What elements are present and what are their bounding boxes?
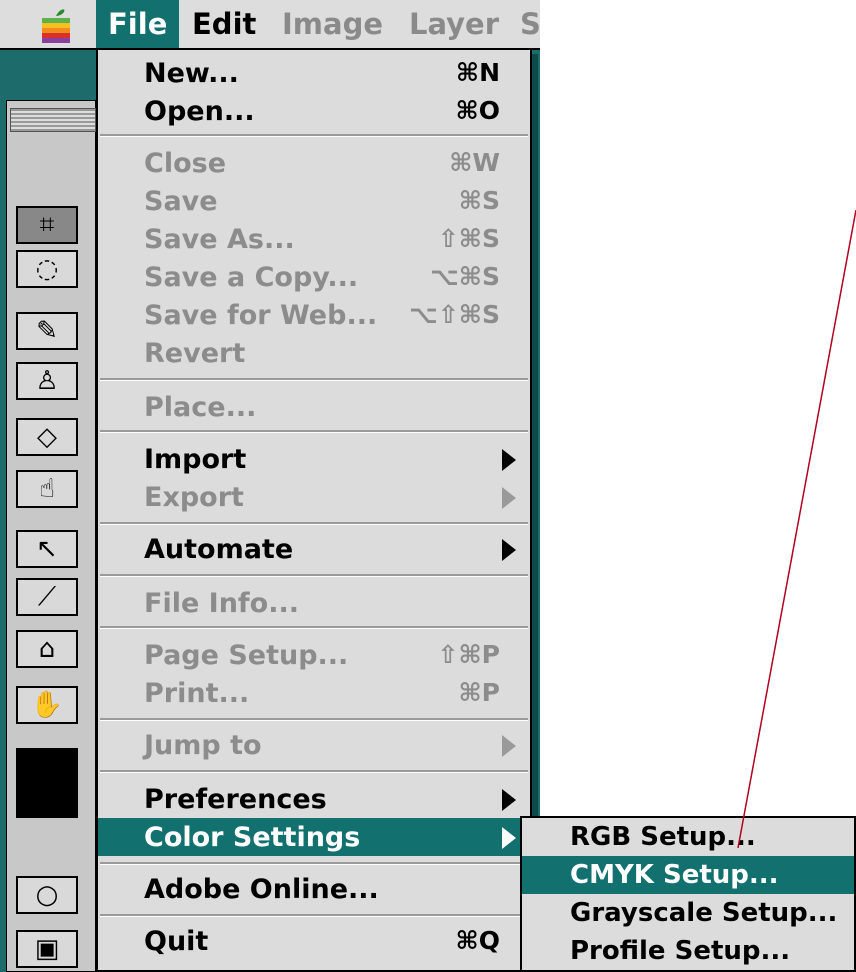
menu-item-label: Export bbox=[144, 482, 244, 513]
menu-item-page-setup: Page Setup... ⇧⌘P bbox=[98, 636, 530, 674]
menu-bar: File Edit Image Layer S bbox=[0, 0, 541, 50]
menu-separator bbox=[100, 574, 528, 577]
submenu-arrow-icon bbox=[502, 539, 516, 561]
menu-item-new[interactable]: New... ⌘N bbox=[98, 54, 530, 92]
submenu-item-grayscale-setup[interactable]: Grayscale Setup... bbox=[522, 894, 854, 932]
menu-separator bbox=[100, 626, 528, 629]
menu-item-open[interactable]: Open... ⌘O bbox=[98, 92, 530, 130]
menu-item-save-a-copy: Save a Copy... ⌥⌘S bbox=[98, 258, 530, 296]
menu-item-save-as: Save As... ⇧⌘S bbox=[98, 220, 530, 258]
submenu-arrow-icon bbox=[502, 789, 516, 811]
measure-tool-icon[interactable]: ⟋ bbox=[16, 578, 78, 616]
menu-separator bbox=[100, 862, 528, 865]
standard-mode-icon[interactable]: ○ bbox=[16, 876, 78, 914]
menu-item-shortcut: ⌘Q bbox=[455, 926, 500, 955]
menu-item-save-for-web: Save for Web... ⌥⇧⌘S bbox=[98, 296, 530, 334]
menu-separator bbox=[100, 134, 528, 137]
menu-separator bbox=[100, 378, 528, 381]
submenu-item-profile-setup[interactable]: Profile Setup... bbox=[522, 932, 854, 970]
submenu-arrow-icon bbox=[502, 487, 516, 509]
menu-item-label: Save As... bbox=[144, 224, 295, 255]
smudge-tool-icon[interactable]: ☝ bbox=[16, 470, 78, 508]
menu-item-label: Adobe Online... bbox=[144, 874, 379, 905]
menu-item-import[interactable]: Import bbox=[98, 440, 530, 478]
menu-item-label: Print... bbox=[144, 678, 250, 709]
menu-select-truncated[interactable]: S bbox=[508, 0, 553, 48]
apple-menu-icon[interactable] bbox=[38, 6, 74, 44]
menu-item-label: Page Setup... bbox=[144, 640, 349, 671]
menu-item-label: Revert bbox=[144, 338, 246, 369]
menu-item-label: Save a Copy... bbox=[144, 262, 359, 293]
menu-separator bbox=[100, 522, 528, 525]
menu-item-shortcut: ⌘P bbox=[458, 678, 500, 707]
hand-tool-icon[interactable]: ✋ bbox=[16, 686, 78, 724]
menu-item-label: Save bbox=[144, 186, 218, 217]
submenu-item-cmyk-setup[interactable]: CMYK Setup... bbox=[522, 856, 854, 894]
menu-item-adobe-online[interactable]: Adobe Online... bbox=[98, 870, 530, 908]
menu-item-label: Preferences bbox=[144, 784, 327, 815]
menu-item-shortcut: ⌘O bbox=[455, 96, 500, 125]
menu-separator bbox=[100, 770, 528, 773]
menu-item-revert: Revert bbox=[98, 334, 530, 372]
menu-item-shortcut: ⌥⌘S bbox=[429, 262, 500, 291]
menu-item-color-settings[interactable]: Color Settings bbox=[98, 818, 530, 856]
menu-edit[interactable]: Edit bbox=[180, 0, 268, 48]
submenu-arrow-icon bbox=[502, 735, 516, 757]
menu-item-shortcut: ⌘S bbox=[458, 186, 500, 215]
menu-item-save: Save ⌘S bbox=[98, 182, 530, 220]
menu-item-shortcut: ⇧⌘S bbox=[437, 224, 500, 253]
menu-layer[interactable]: Layer bbox=[397, 0, 511, 48]
color-settings-submenu: RGB Setup... CMYK Setup... Grayscale Set… bbox=[520, 816, 856, 972]
crop-tool-icon[interactable]: ⌗ bbox=[16, 206, 78, 244]
menu-image[interactable]: Image bbox=[270, 0, 395, 48]
menu-file[interactable]: File bbox=[96, 0, 180, 48]
menu-item-automate[interactable]: Automate bbox=[98, 530, 530, 568]
menu-item-label: New... bbox=[144, 58, 239, 89]
submenu-arrow-icon bbox=[502, 827, 516, 849]
menu-item-file-info: File Info... bbox=[98, 584, 530, 622]
menu-item-label: Save for Web... bbox=[144, 300, 378, 331]
screen: ⌗ ◌ ✎ ♙ ◇ ☝ ↖ ⟋ ⌂ ✋ ○ ▣ File Edit Image … bbox=[0, 0, 856, 972]
menu-item-preferences[interactable]: Preferences bbox=[98, 780, 530, 818]
menu-item-label: File Info... bbox=[144, 588, 299, 619]
file-menu: New... ⌘N Open... ⌘O Close ⌘W Save ⌘S Sa… bbox=[96, 48, 532, 972]
menu-item-label: Import bbox=[144, 444, 247, 475]
menu-item-label: Automate bbox=[144, 534, 294, 565]
menu-item-label: Place... bbox=[144, 392, 257, 423]
menu-item-label: Open... bbox=[144, 96, 255, 127]
menu-item-print: Print... ⌘P bbox=[98, 674, 530, 712]
menu-item-shortcut: ⇧⌘P bbox=[437, 640, 500, 669]
palette-title-bar[interactable] bbox=[10, 108, 96, 132]
pointer-tool-icon[interactable]: ↖ bbox=[16, 530, 78, 568]
menu-item-export: Export bbox=[98, 478, 530, 516]
submenu-arrow-icon bbox=[502, 449, 516, 471]
menu-item-label: Jump to bbox=[144, 730, 262, 761]
lasso-tool-icon[interactable]: ◌ bbox=[16, 250, 78, 288]
menu-item-label: Quit bbox=[144, 926, 209, 957]
menu-item-place: Place... bbox=[98, 388, 530, 426]
screen-mode-icon[interactable]: ▣ bbox=[16, 930, 78, 968]
bucket-tool-icon[interactable]: ⌂ bbox=[16, 630, 78, 668]
menu-item-label: Close bbox=[144, 148, 227, 179]
menu-item-shortcut: ⌘N bbox=[455, 58, 500, 87]
menu-item-shortcut: ⌘W bbox=[449, 148, 500, 177]
submenu-item-label: RGB Setup... bbox=[570, 822, 756, 852]
submenu-item-label: CMYK Setup... bbox=[570, 860, 779, 890]
stamp-tool-icon[interactable]: ♙ bbox=[16, 362, 78, 400]
menu-item-jump-to: Jump to bbox=[98, 726, 530, 764]
foreground-color-swatch[interactable] bbox=[16, 748, 78, 818]
menu-item-shortcut: ⌥⇧⌘S bbox=[409, 300, 500, 329]
menu-separator bbox=[100, 718, 528, 721]
menu-item-quit[interactable]: Quit ⌘Q bbox=[98, 922, 530, 960]
submenu-item-rgb-setup[interactable]: RGB Setup... bbox=[522, 818, 854, 856]
eraser-tool-icon[interactable]: ◇ bbox=[16, 418, 78, 456]
menu-item-label: Color Settings bbox=[144, 822, 361, 853]
submenu-item-label: Grayscale Setup... bbox=[570, 898, 838, 928]
menu-item-close: Close ⌘W bbox=[98, 144, 530, 182]
submenu-item-label: Profile Setup... bbox=[570, 936, 791, 966]
pencil-tool-icon[interactable]: ✎ bbox=[16, 312, 78, 350]
menu-separator bbox=[100, 430, 528, 433]
menu-separator bbox=[100, 914, 528, 917]
